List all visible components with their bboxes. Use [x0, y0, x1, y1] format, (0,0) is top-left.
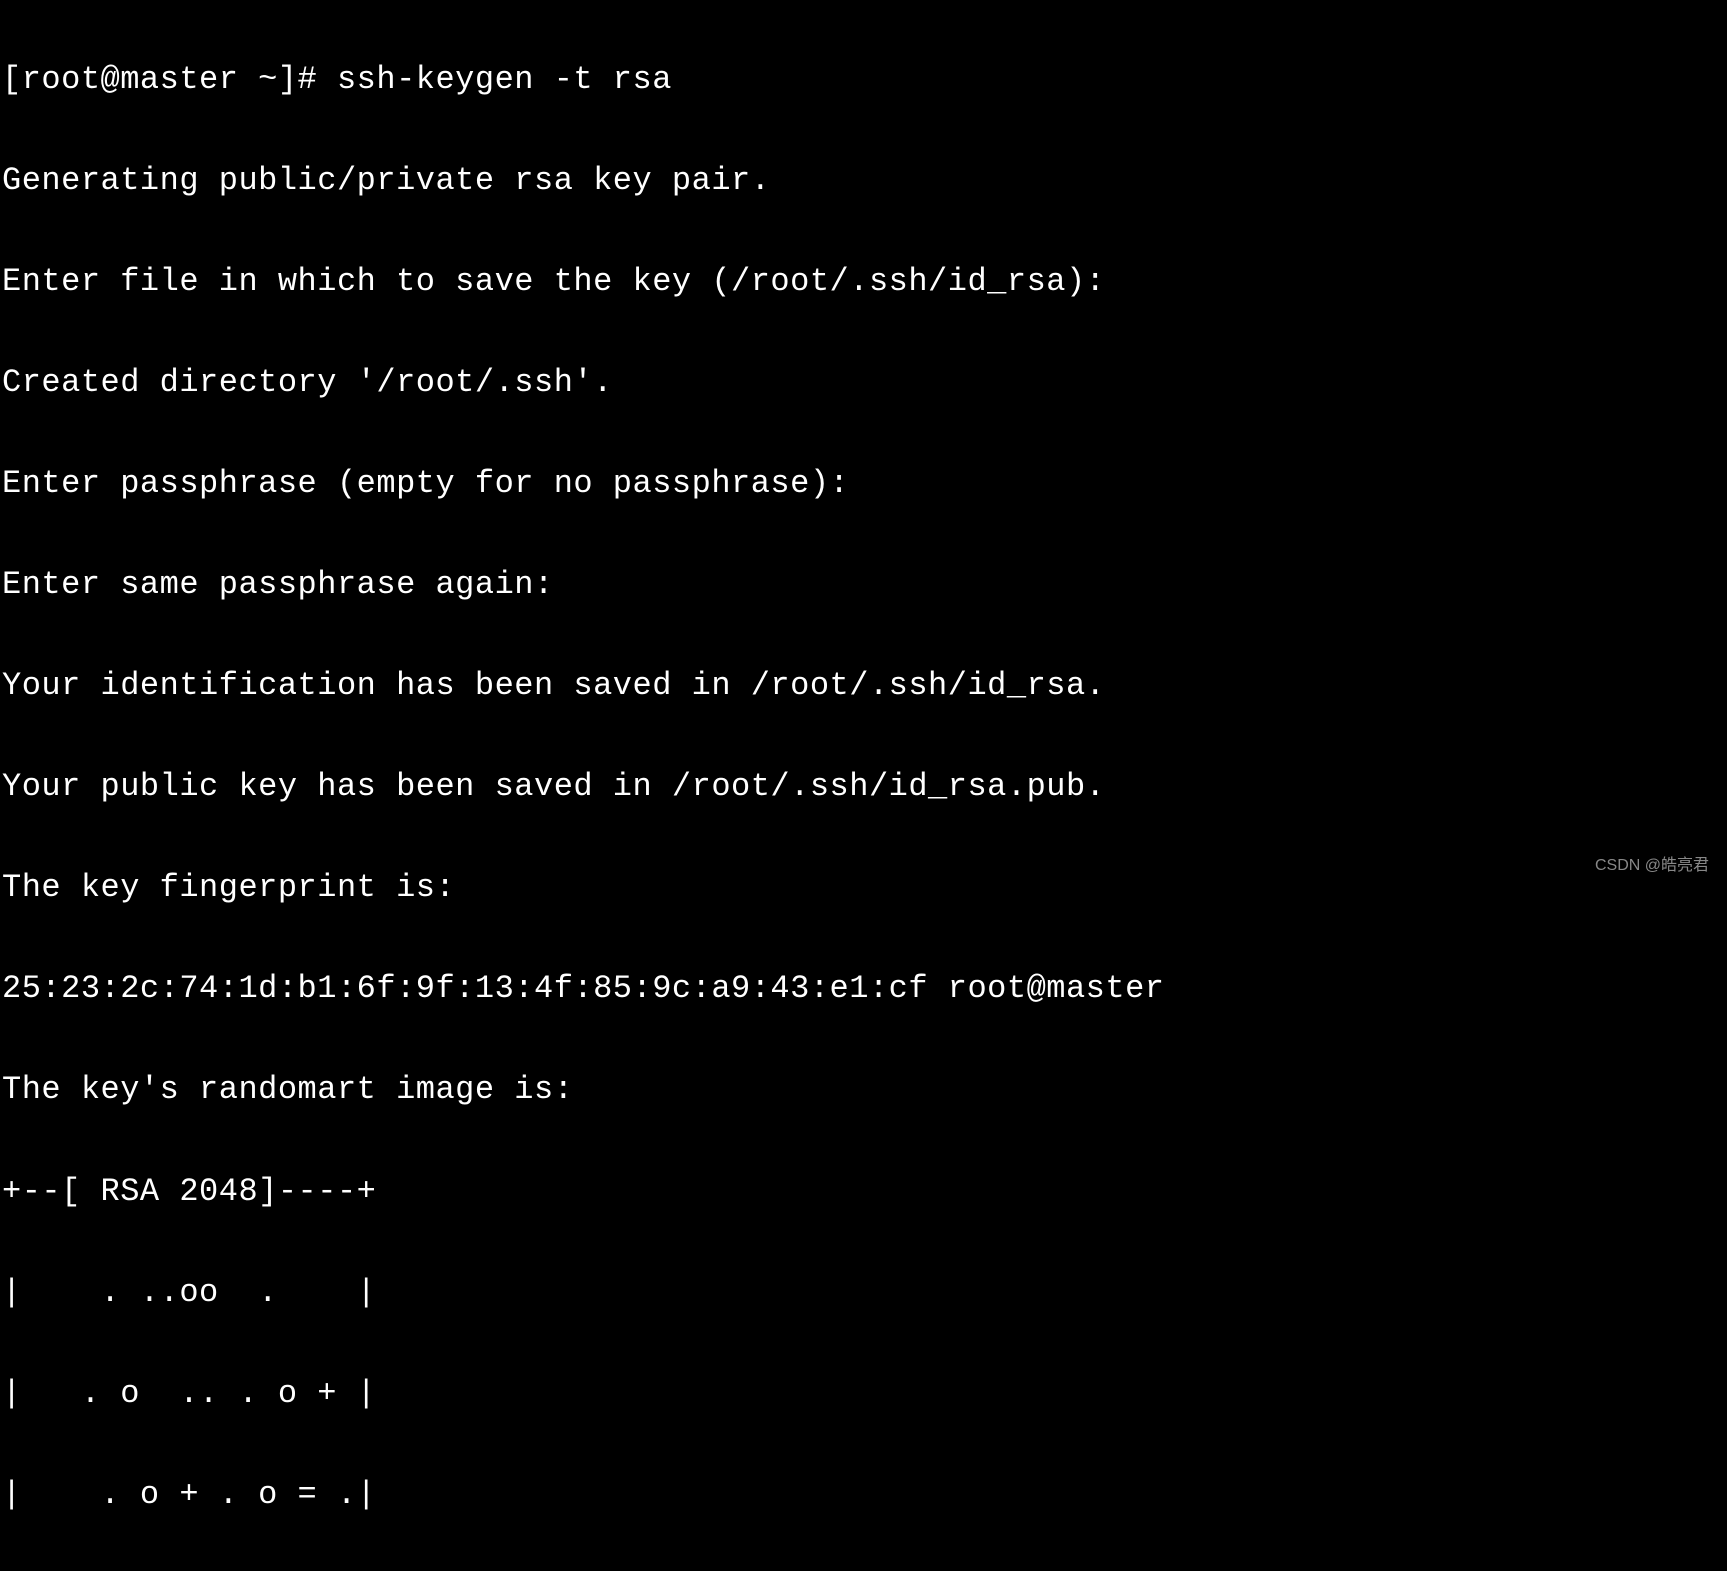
randomart-line: | . ..oo . |	[2, 1268, 1727, 1319]
output-line: The key fingerprint is:	[2, 863, 1727, 914]
output-line: Your identification has been saved in /r…	[2, 661, 1727, 712]
shell-prompt: [root@master ~]#	[2, 61, 337, 98]
output-line: Enter same passphrase again:	[2, 560, 1727, 611]
output-line: Enter passphrase (empty for no passphras…	[2, 459, 1727, 510]
randomart-border: +--[ RSA 2048]----+	[2, 1167, 1727, 1218]
entered-command: ssh-keygen -t rsa	[337, 61, 672, 98]
watermark-text: CSDN @皓亮君	[1595, 853, 1709, 878]
output-line: Your public key has been saved in /root/…	[2, 762, 1727, 813]
output-line: 25:23:2c:74:1d:b1:6f:9f:13:4f:85:9c:a9:4…	[2, 964, 1727, 1015]
output-line: The key's randomart image is:	[2, 1065, 1727, 1116]
command-line: [root@master ~]# ssh-keygen -t rsa	[2, 55, 1727, 106]
randomart-line: | . o .. . o + |	[2, 1369, 1727, 1420]
randomart-line: | . o + . o = .|	[2, 1470, 1727, 1521]
output-line: Generating public/private rsa key pair.	[2, 156, 1727, 207]
output-line: Created directory '/root/.ssh'.	[2, 358, 1727, 409]
terminal-output: [root@master ~]# ssh-keygen -t rsa Gener…	[0, 0, 1727, 1571]
output-line: Enter file in which to save the key (/ro…	[2, 257, 1727, 308]
